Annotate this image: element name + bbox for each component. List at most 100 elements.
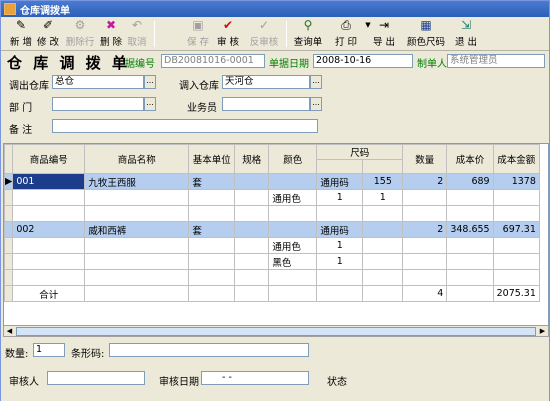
cell-price[interactable] bbox=[446, 253, 494, 270]
scroll-thumb[interactable] bbox=[16, 327, 536, 336]
delete-button[interactable]: ✖ 删 除 bbox=[98, 19, 124, 49]
cell-amount[interactable] bbox=[492, 205, 540, 222]
cell-name[interactable] bbox=[84, 237, 190, 254]
table-row[interactable]: 黑色 1 bbox=[4, 253, 540, 270]
cell-color[interactable]: 通用色 bbox=[268, 237, 318, 254]
print-button[interactable]: ⎙ 打 印 bbox=[331, 19, 361, 49]
in-warehouse-lookup-button[interactable]: ... bbox=[310, 75, 322, 89]
cell-name[interactable] bbox=[84, 253, 190, 270]
audit-date-field[interactable]: - - bbox=[201, 371, 309, 385]
unapprove-button[interactable]: ✓ 反审核 bbox=[247, 19, 281, 49]
cell-qty[interactable] bbox=[402, 205, 448, 222]
cell-qty[interactable] bbox=[402, 189, 448, 206]
date-field[interactable]: 2008-10-16 bbox=[313, 54, 413, 68]
cell-unit[interactable] bbox=[188, 205, 236, 222]
edit-button[interactable]: ✐ 修 改 bbox=[35, 19, 61, 49]
approve-button[interactable]: ✔ 审 核 bbox=[215, 19, 241, 49]
dept-lookup-button[interactable]: ... bbox=[144, 97, 156, 111]
cell-unit[interactable] bbox=[188, 269, 236, 286]
cell-spec[interactable] bbox=[234, 237, 270, 254]
cell-size-name[interactable]: 1 bbox=[316, 189, 364, 206]
cell-size-name[interactable]: 1 bbox=[316, 253, 364, 270]
cell-amount[interactable] bbox=[492, 253, 540, 270]
cell-color[interactable]: 黑色 bbox=[268, 253, 318, 270]
col-unit-header[interactable]: 基本单位 bbox=[188, 144, 236, 174]
cell-unit[interactable]: 套 bbox=[188, 221, 236, 238]
cell-size-val[interactable] bbox=[362, 253, 404, 270]
cell-code[interactable]: 002 bbox=[12, 221, 86, 238]
cell-price[interactable]: 348.655 bbox=[446, 221, 494, 238]
cell-code[interactable]: 001 bbox=[12, 173, 86, 190]
cell-size-name[interactable]: 通用码 bbox=[316, 173, 364, 190]
cell-color[interactable] bbox=[268, 205, 318, 222]
col-code-header[interactable]: 商品编号 bbox=[12, 144, 86, 174]
qty-input[interactable]: 1 bbox=[33, 343, 65, 357]
cell-spec[interactable] bbox=[234, 221, 270, 238]
delete-row-button[interactable]: ⚙ 删除行 bbox=[64, 19, 96, 49]
cell-amount[interactable]: 697.31 bbox=[492, 221, 540, 238]
cell-price[interactable] bbox=[446, 237, 494, 254]
cell-unit[interactable] bbox=[188, 237, 236, 254]
cell-name[interactable]: 威和西裤 bbox=[84, 221, 190, 238]
cancel-button[interactable]: ↶ 取消 bbox=[125, 19, 149, 49]
cell-price[interactable] bbox=[446, 189, 494, 206]
cell-qty[interactable] bbox=[402, 237, 448, 254]
cell-size-val[interactable] bbox=[362, 237, 404, 254]
table-row[interactable]: 通用色 1 bbox=[4, 237, 540, 254]
cell-size-name[interactable] bbox=[316, 269, 364, 286]
cell-price[interactable] bbox=[446, 205, 494, 222]
cell-unit[interactable] bbox=[188, 189, 236, 206]
cell-amount[interactable] bbox=[492, 269, 540, 286]
col-amount-header[interactable]: 成本金额 bbox=[492, 144, 540, 174]
cell-spec[interactable] bbox=[234, 189, 270, 206]
cell-name[interactable] bbox=[84, 189, 190, 206]
cell-size-name[interactable] bbox=[316, 205, 364, 222]
cell-unit[interactable]: 套 bbox=[188, 173, 236, 190]
cell-amount[interactable] bbox=[492, 237, 540, 254]
cell-color[interactable] bbox=[268, 221, 318, 238]
cell-price[interactable] bbox=[446, 269, 494, 286]
col-name-header[interactable]: 商品名称 bbox=[84, 144, 190, 174]
cell-color[interactable] bbox=[268, 173, 318, 190]
print-dropdown[interactable]: ▼ bbox=[361, 19, 370, 49]
cell-code[interactable] bbox=[12, 189, 86, 206]
col-qty-header[interactable]: 数量 bbox=[402, 144, 448, 174]
cell-qty[interactable] bbox=[402, 253, 448, 270]
cell-size-val[interactable] bbox=[362, 205, 404, 222]
cell-size-name[interactable]: 通用码 bbox=[316, 221, 364, 238]
table-row[interactable]: 通用色 1 1 bbox=[4, 189, 540, 206]
cell-code[interactable] bbox=[12, 237, 86, 254]
color-size-button[interactable]: ▦ 颜色尺码 bbox=[403, 19, 449, 49]
cell-spec[interactable] bbox=[234, 253, 270, 270]
cell-qty[interactable]: 2 bbox=[402, 221, 448, 238]
doc-no-field[interactable]: DB20081016-0001 bbox=[161, 54, 265, 68]
export-button[interactable]: ⇥ 导 出 bbox=[371, 19, 397, 49]
salesman-field[interactable] bbox=[222, 97, 310, 111]
scroll-left-icon[interactable]: ◀ bbox=[4, 326, 15, 336]
dept-field[interactable] bbox=[52, 97, 144, 111]
barcode-input[interactable] bbox=[109, 343, 309, 357]
table-row[interactable] bbox=[4, 205, 540, 222]
auditor-field[interactable] bbox=[47, 371, 145, 385]
col-size-header[interactable]: 尺码 bbox=[316, 144, 404, 160]
scroll-right-icon[interactable]: ▶ bbox=[537, 326, 548, 336]
query-button[interactable]: ⚲ 查询单 bbox=[291, 19, 325, 49]
out-warehouse-lookup-button[interactable]: ... bbox=[144, 75, 156, 89]
cell-spec[interactable] bbox=[234, 205, 270, 222]
cell-qty[interactable]: 2 bbox=[402, 173, 448, 190]
cell-code[interactable] bbox=[12, 205, 86, 222]
cell-name[interactable]: 九牧王西服 bbox=[84, 173, 190, 190]
cell-qty[interactable] bbox=[402, 269, 448, 286]
exit-button[interactable]: ⇲ 退 出 bbox=[453, 19, 479, 49]
in-warehouse-field[interactable]: 天河仓 bbox=[222, 75, 310, 89]
cell-spec[interactable] bbox=[234, 269, 270, 286]
maker-field[interactable]: 系统管理员 bbox=[447, 54, 545, 68]
cell-size-val[interactable] bbox=[362, 221, 404, 238]
col-price-header[interactable]: 成本价 bbox=[446, 144, 494, 174]
cell-amount[interactable]: 1378 bbox=[492, 173, 540, 190]
cell-name[interactable] bbox=[84, 205, 190, 222]
horizontal-scrollbar[interactable]: ◀ ▶ bbox=[3, 325, 549, 337]
cell-unit[interactable] bbox=[188, 253, 236, 270]
save-button[interactable]: ▣ 保 存 bbox=[185, 19, 211, 49]
table-row[interactable] bbox=[4, 269, 540, 286]
